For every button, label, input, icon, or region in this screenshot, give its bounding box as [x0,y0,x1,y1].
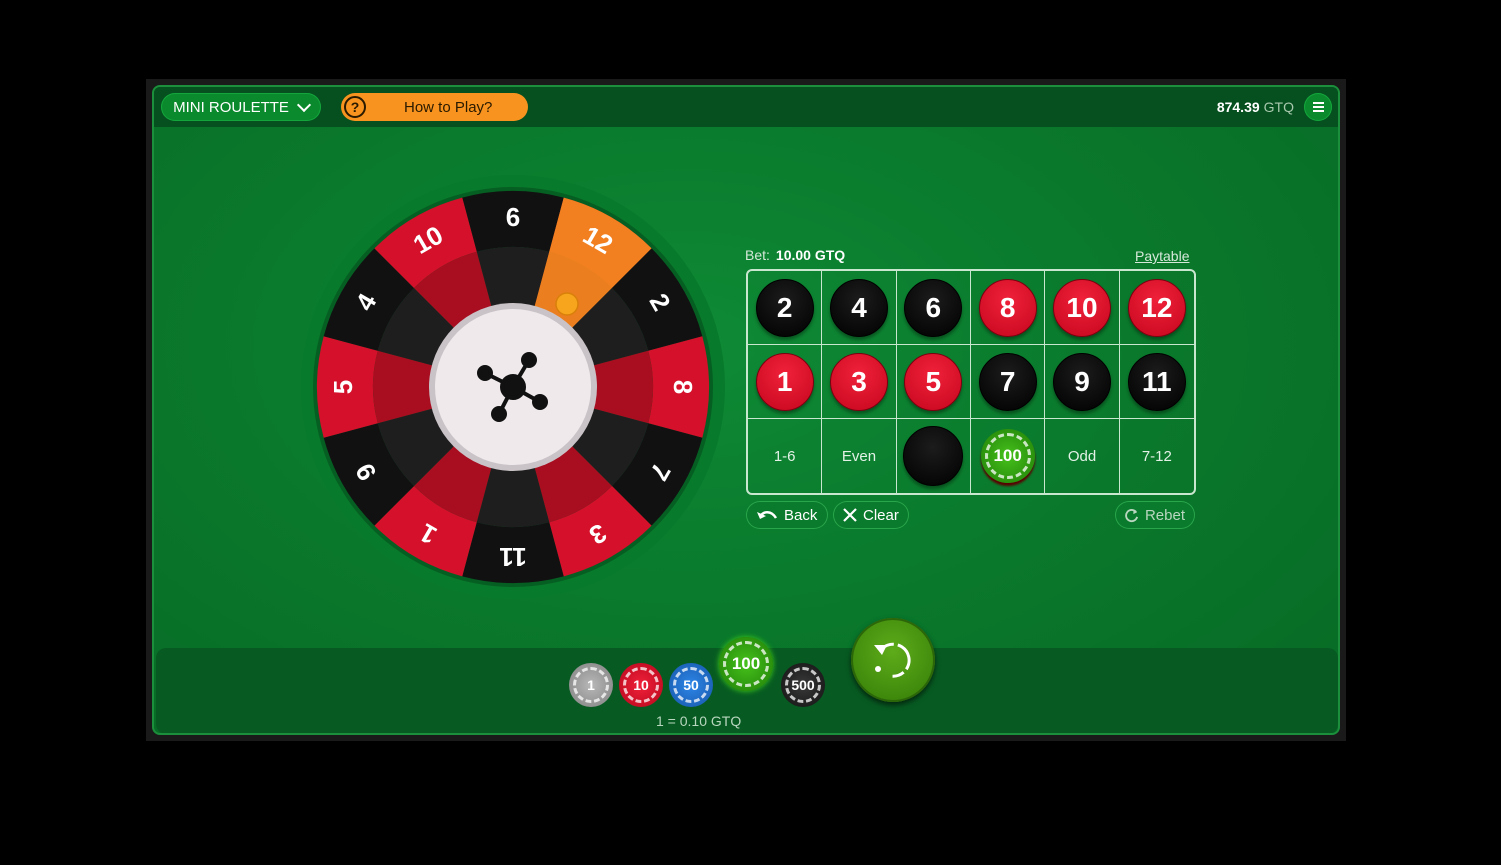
roulette-wheel: 6 12 2 8 7 3 11 1 9 5 4 10 [300,174,726,605]
how-to-play-label: How to Play? [404,98,493,116]
chip-1[interactable]: 1 [569,663,613,707]
clear-button[interactable]: Clear [833,501,909,529]
game-name: MINI ROULETTE [173,98,289,116]
number-10: 10 [1052,278,1111,337]
wheel-number-5: 5 [328,380,358,394]
bet-cell[interactable]: 6 [896,271,971,345]
close-icon [843,508,857,522]
number-11: 11 [1127,352,1186,411]
bet-label: Bet: 10.00 GTQ [745,247,846,263]
bet-cell[interactable]: 1 [748,345,823,419]
bet-cell[interactable]: 5 [896,345,971,419]
wheel-number-6: 6 [506,202,520,232]
number-6: 6 [904,278,963,337]
chip-rate: 1 = 0.10 GTQ [656,713,742,729]
chip-50[interactable]: 50 [669,663,713,707]
balance: 874.39 GTQ [1217,99,1294,115]
bet-cell[interactable]: 12 [1119,271,1194,345]
chevron-down-icon [296,97,311,112]
bet-low[interactable]: 1-6 [748,419,823,493]
chip-500[interactable]: 500 [781,663,825,707]
back-button[interactable]: Back [746,501,828,529]
number-7: 7 [978,352,1037,411]
chip-10[interactable]: 10 [619,663,663,707]
black-bet-marker [903,426,964,486]
paytable-link[interactable]: Paytable [1135,248,1189,264]
number-8: 8 [978,278,1037,337]
bet-red[interactable]: 100 [971,419,1046,493]
number-12: 12 [1127,278,1186,337]
bet-cell[interactable]: 7 [971,345,1046,419]
roulette-ball [555,292,579,316]
number-9: 9 [1052,352,1111,411]
bet-cell[interactable]: 9 [1045,345,1120,419]
how-to-play-button[interactable]: ? How to Play? [341,93,528,121]
bet-even[interactable]: Even [822,419,897,493]
menu-icon [1312,102,1324,104]
wheel-number-8: 8 [668,380,698,394]
wheel-svg: 612287311195410 [301,175,725,599]
bet-odd[interactable]: Odd [1045,419,1120,493]
bet-value: 10.00 GTQ [775,247,846,263]
top-bar: MINI ROULETTE ? How to Play? 874.39 GTQ [154,87,1338,127]
bet-cell[interactable]: 8 [971,271,1046,345]
spin-icon [874,642,911,678]
wheel-number-11: 11 [499,542,527,572]
refresh-icon [1125,508,1139,522]
bet-cell[interactable]: 4 [822,271,897,345]
bet-cell[interactable]: 3 [822,345,897,419]
bet-cell[interactable]: 2 [748,271,823,345]
spin-button[interactable] [851,618,935,702]
rebet-button[interactable]: Rebet [1115,501,1195,529]
placed-chip: 100 [980,429,1035,483]
balance-amount: 874.39 [1216,99,1260,115]
bet-cell[interactable]: 10 [1045,271,1120,345]
number-4: 4 [829,278,888,337]
number-2: 2 [755,278,814,337]
bet-black[interactable] [897,419,971,493]
number-3: 3 [829,352,888,411]
undo-arrow-icon [757,511,778,519]
chip-100-selected[interactable]: 100 [719,637,773,691]
game-area: MINI ROULETTE ? How to Play? 874.39 GTQ 6… [152,85,1340,735]
balance-currency: GTQ [1263,99,1294,115]
game-select-dropdown[interactable]: MINI ROULETTE [161,93,321,121]
bet-high[interactable]: 7-12 [1120,419,1194,493]
betting-board: 2 4 6 8 10 12 1 3 5 7 9 11 1-6 Even 100 … [746,269,1196,495]
number-1: 1 [755,352,814,411]
question-icon: ? [344,96,366,118]
menu-button[interactable] [1304,93,1332,121]
number-5: 5 [904,352,963,411]
bet-cell[interactable]: 11 [1119,345,1194,419]
